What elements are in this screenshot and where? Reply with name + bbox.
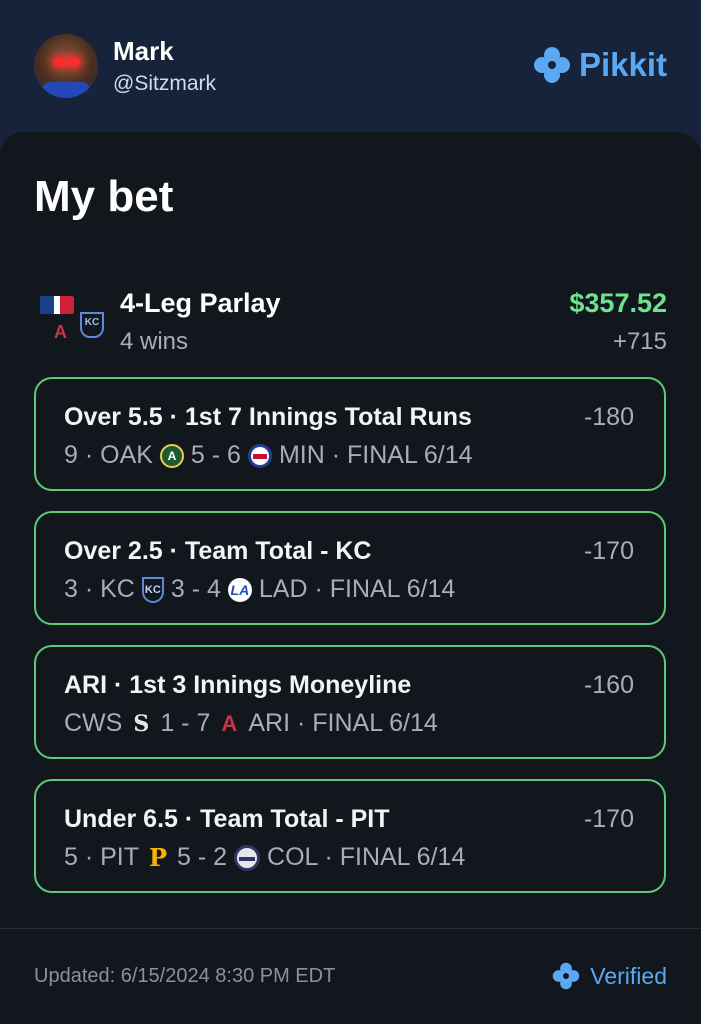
updated-timestamp: Updated: 6/15/2024 8:30 PM EDT <box>34 965 336 987</box>
leg-game-line: 3 · KC KC 3 - 4 LA LAD · FINAL 6/14 <box>64 575 455 604</box>
leg-suffix: LAD · FINAL 6/14 <box>258 575 456 603</box>
user-handle[interactable]: @Sitzmark <box>113 72 216 96</box>
leg-prefix: CWS <box>64 709 123 737</box>
leg-game-line: 9 · OAK A 5 - 6 MIN · FINAL 6/14 <box>64 441 473 470</box>
avatar-right-eye <box>68 58 80 66</box>
leg-game-line: 5 · PIT P 5 - 2 COL · FINAL 6/14 <box>64 843 465 872</box>
leg-score: 5 - 2 <box>177 843 228 871</box>
royals-mini-icon: KC <box>80 312 104 338</box>
pikkit-brand[interactable]: Pikkit <box>533 46 667 84</box>
footer-divider <box>0 928 701 929</box>
parlay-league-icons: A KC <box>38 296 104 352</box>
los-angeles-dodgers-icon: LA <box>227 577 252 602</box>
bet-leg[interactable]: Over 5.5 · 1st 7 Innings Total Runs -180… <box>34 377 666 491</box>
mlb-icon <box>40 296 74 314</box>
leg-odds: -160 <box>583 671 634 699</box>
profile-header: Mark @Sitzmark Pikkit <box>0 0 701 135</box>
leg-suffix: COL · FINAL 6/14 <box>267 843 466 871</box>
leg-prefix: 9 · OAK <box>64 441 153 469</box>
kansas-city-royals-icon: KC <box>141 576 164 603</box>
bet-card: My bet A KC 4-Leg Parlay 4 wins $357.52 … <box>0 132 701 1024</box>
page-title: My bet <box>34 172 174 221</box>
bet-leg[interactable]: Under 6.5 · Team Total - PIT -170 5 · PI… <box>34 779 666 893</box>
leg-prefix: 5 · PIT <box>64 843 140 871</box>
bet-leg[interactable]: ARI · 1st 3 Innings Moneyline -160 CWS S… <box>34 645 666 759</box>
leg-odds: -170 <box>583 537 634 565</box>
leg-title: Over 2.5 · Team Total - KC <box>64 537 372 565</box>
leg-title: ARI · 1st 3 Innings Moneyline <box>64 671 412 699</box>
leg-title: Under 6.5 · Team Total - PIT <box>64 805 390 833</box>
clover-icon <box>552 962 580 990</box>
oakland-athletics-icon: A <box>159 443 184 468</box>
bet-leg[interactable]: Over 2.5 · Team Total - KC -170 3 · KC K… <box>34 511 666 625</box>
arizona-diamondbacks-icon: A <box>221 710 238 736</box>
minnesota-twins-icon <box>247 443 272 468</box>
chicago-white-sox-icon: S <box>133 710 150 737</box>
leg-suffix: MIN · FINAL 6/14 <box>278 441 473 469</box>
leg-suffix: ARI · FINAL 6/14 <box>248 709 438 737</box>
diamondbacks-mini-icon: A <box>54 322 67 342</box>
avatar-shirt <box>42 82 90 98</box>
payout-amount: $357.52 <box>569 288 667 318</box>
colorado-rockies-icon <box>234 844 261 871</box>
leg-score: 1 - 7 <box>160 709 211 737</box>
avatar-left-eye <box>54 58 66 66</box>
leg-title: Over 5.5 · 1st 7 Innings Total Runs <box>64 403 472 431</box>
parlay-title: 4-Leg Parlay <box>120 288 281 318</box>
leg-game-line: CWS S 1 - 7 A ARI · FINAL 6/14 <box>64 709 438 738</box>
pittsburgh-pirates-icon: P <box>148 842 168 872</box>
brand-label: Pikkit <box>578 46 667 83</box>
clover-icon <box>533 46 571 84</box>
leg-prefix: 3 · KC <box>64 575 135 603</box>
leg-score: 5 - 6 <box>190 441 241 469</box>
user-name[interactable]: Mark <box>113 36 174 67</box>
verified-label: Verified <box>590 962 667 989</box>
parlay-odds: +715 <box>612 328 667 355</box>
user-avatar[interactable] <box>34 34 98 98</box>
verified-badge[interactable]: Verified <box>552 962 667 990</box>
leg-odds: -170 <box>583 805 634 833</box>
parlay-result: 4 wins <box>120 328 189 355</box>
leg-odds: -180 <box>583 403 634 431</box>
leg-score: 3 - 4 <box>170 575 221 603</box>
